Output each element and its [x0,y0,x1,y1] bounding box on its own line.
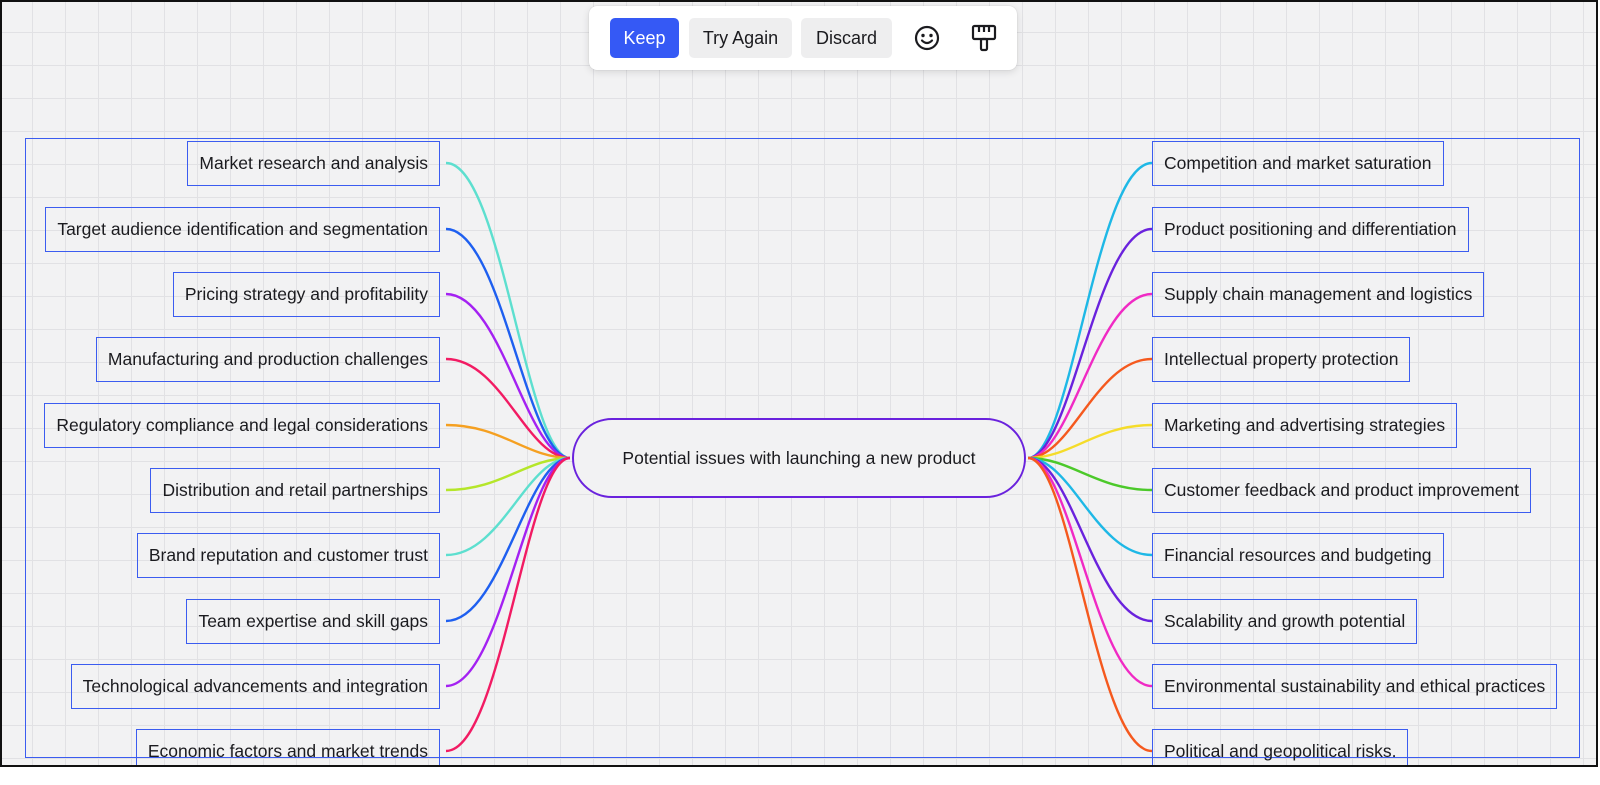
branch-node[interactable]: Competition and market saturation [1152,141,1444,186]
branch-node[interactable]: Distribution and retail partnerships [150,468,440,513]
connector-left [445,456,571,688]
ai-result-toolbar: Keep Try Again Discard [589,6,1017,70]
branch-node[interactable]: Market research and analysis [187,141,440,186]
branch-node[interactable]: Manufacturing and production challenges [95,337,440,382]
connector-right [1027,456,1153,623]
branch-node[interactable]: Team expertise and skill gaps [186,599,440,644]
connector-left [445,227,571,460]
branch-node[interactable]: Intellectual property protection [1152,337,1411,382]
branch-node[interactable]: Regulatory compliance and legal consider… [44,403,440,448]
feedback-smiley-icon[interactable] [911,22,943,54]
branch-node[interactable]: Product positioning and differentiation [1152,207,1469,252]
try-again-button[interactable]: Try Again [689,18,792,58]
connector-right [1027,292,1153,460]
keep-button[interactable]: Keep [610,18,679,58]
branch-node[interactable]: Technological advancements and integrati… [70,664,440,709]
whiteboard-canvas[interactable]: Market research and analysis Target audi… [0,0,1598,767]
connector-right [1027,161,1153,460]
connector-right [1027,456,1153,688]
connector-left [445,456,571,623]
branch-node[interactable]: Political and geopolitical risks. [1152,729,1409,765]
branch-node[interactable]: Customer feedback and product improvemen… [1152,468,1532,513]
connector-left [445,161,571,460]
branch-node[interactable]: Financial resources and budgeting [1152,533,1444,578]
style-paint-brush-icon[interactable] [968,22,1000,54]
branch-node[interactable]: Target audience identification and segme… [45,207,440,252]
discard-button[interactable]: Discard [801,18,892,58]
central-topic-label: Potential issues with launching a new pr… [622,447,976,468]
connector-left [445,456,571,753]
branch-node[interactable]: Economic factors and market trends [135,729,440,765]
branch-node[interactable]: Marketing and advertising strategies [1152,403,1458,448]
branch-node[interactable]: Environmental sustainability and ethical… [1152,664,1558,709]
connector-right [1027,227,1153,460]
connector-right [1027,456,1153,753]
branch-node[interactable]: Supply chain management and logistics [1152,272,1485,317]
connector-left [445,292,571,460]
branch-node[interactable]: Brand reputation and customer trust [136,533,440,578]
branch-node[interactable]: Pricing strategy and profitability [172,272,440,317]
branch-node[interactable]: Scalability and growth potential [1152,599,1418,644]
central-topic-node[interactable]: Potential issues with launching a new pr… [572,418,1026,498]
mindmap-connectors [445,161,1153,753]
